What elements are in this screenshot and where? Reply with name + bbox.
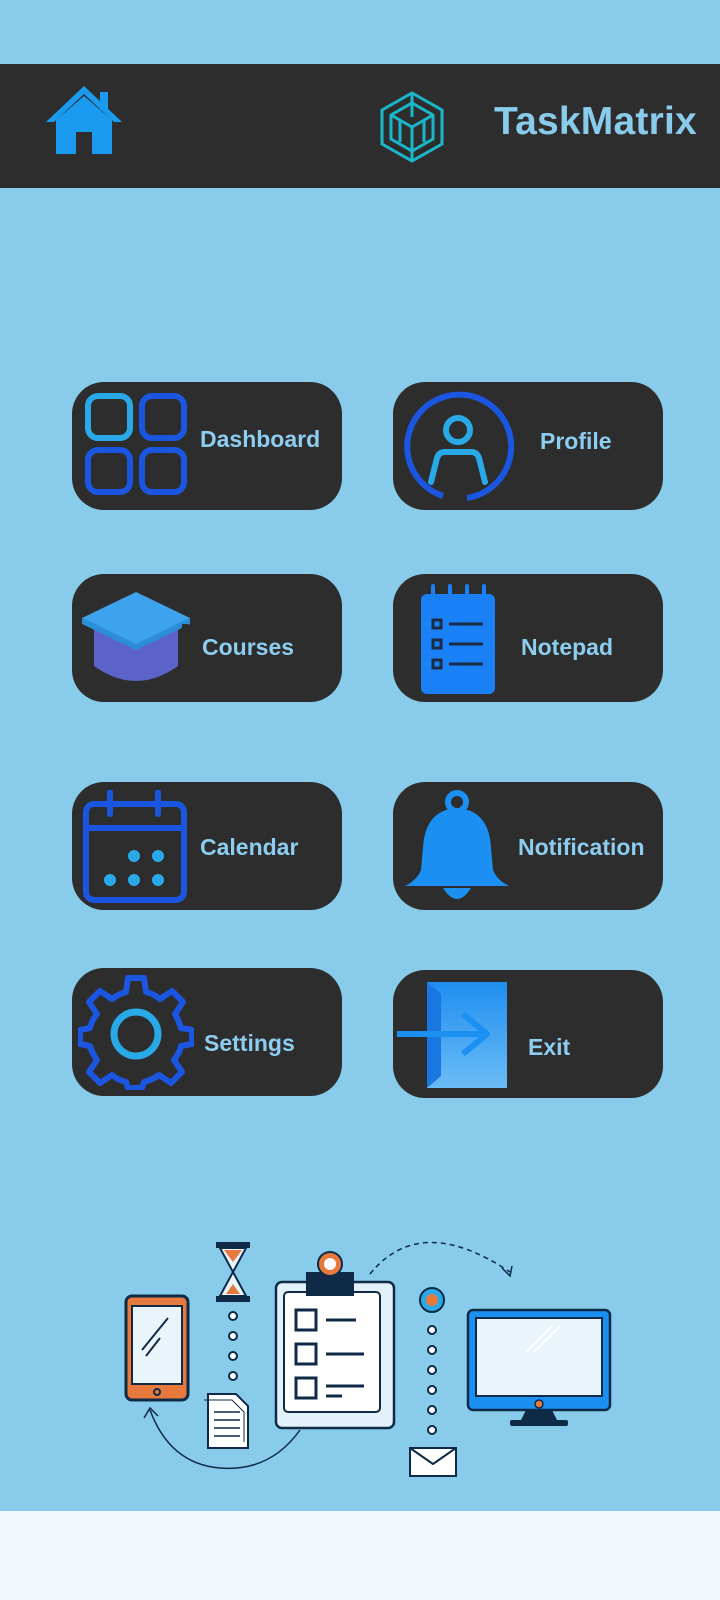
gear-icon bbox=[78, 975, 194, 1090]
document-illustration bbox=[204, 1393, 249, 1449]
calendar-icon bbox=[83, 790, 187, 903]
exit-door-icon bbox=[397, 982, 507, 1088]
hourglass-illustration bbox=[216, 1242, 250, 1302]
calendar-label: Calendar bbox=[200, 834, 299, 860]
notepad-button[interactable]: Notepad bbox=[393, 574, 663, 702]
notification-button[interactable]: Notification bbox=[393, 782, 663, 910]
grid-icon bbox=[85, 393, 187, 495]
envelope-illustration bbox=[409, 1447, 457, 1477]
app-header: TaskMatrix bbox=[0, 64, 720, 188]
courses-button[interactable]: Courses bbox=[72, 574, 342, 702]
notification-label: Notification bbox=[518, 834, 645, 860]
workflow-illustration bbox=[124, 1241, 612, 1477]
graduation-cap-icon bbox=[82, 592, 190, 681]
dashboard-button[interactable]: Dashboard bbox=[72, 382, 342, 510]
exit-button[interactable]: Exit bbox=[393, 970, 663, 1098]
calendar-button[interactable]: Calendar bbox=[72, 782, 342, 910]
app-title: TaskMatrix bbox=[494, 100, 697, 143]
cube-logo-icon bbox=[380, 91, 444, 163]
exit-label: Exit bbox=[528, 1034, 571, 1060]
dashboard-label: Dashboard bbox=[200, 426, 321, 452]
phone-illustration bbox=[124, 1294, 190, 1402]
bell-icon bbox=[405, 790, 509, 899]
user-circle-icon bbox=[404, 391, 515, 501]
monitor-illustration bbox=[466, 1308, 612, 1426]
notepad-label: Notepad bbox=[521, 634, 613, 660]
notepad-icon bbox=[421, 584, 495, 694]
clipboard-illustration bbox=[274, 1251, 396, 1430]
profile-label: Profile bbox=[540, 428, 612, 454]
settings-button[interactable]: Settings bbox=[72, 968, 342, 1096]
bottom-bar bbox=[0, 1511, 720, 1600]
settings-label: Settings bbox=[204, 1030, 295, 1056]
courses-label: Courses bbox=[202, 634, 295, 660]
profile-button[interactable]: Profile bbox=[393, 382, 663, 510]
home-icon[interactable] bbox=[42, 82, 126, 158]
